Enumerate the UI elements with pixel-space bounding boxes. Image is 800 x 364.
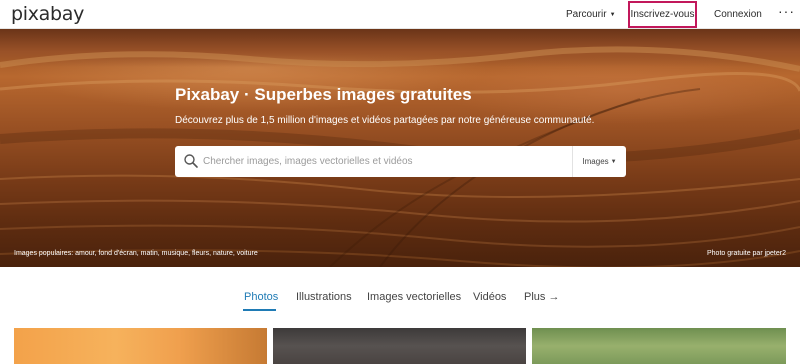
tab-more[interactable]: Plus →	[524, 291, 559, 303]
search-bar: Images▼	[175, 146, 626, 177]
signup-button[interactable]: Inscrivez-vous	[628, 1, 697, 28]
media-type-label: Images	[582, 157, 609, 166]
tab-videos[interactable]: Vidéos	[473, 291, 506, 303]
chevron-down-icon: ▼	[609, 12, 616, 18]
search-input[interactable]	[203, 146, 571, 177]
photo-credit[interactable]: Photo gratuite par jpeter2	[707, 250, 786, 257]
top-navigation-bar: pixabay Parcourir ▼ Inscrivez-vous Connex…	[0, 0, 800, 29]
tab-illustrations[interactable]: Illustrations	[296, 291, 352, 303]
browse-menu[interactable]: Parcourir ▼	[566, 0, 616, 29]
browse-menu-label: Parcourir	[566, 9, 607, 20]
popular-searches[interactable]: Images populaires: amour, fond d'écran, …	[14, 250, 258, 257]
hero-banner: Pixabay · Superbes images gratuites Déco…	[0, 29, 800, 267]
tab-vector-images[interactable]: Images vectorielles	[367, 291, 461, 303]
hero-title: Pixabay · Superbes images gratuites	[175, 85, 472, 104]
thumbnail-flowers[interactable]	[532, 328, 786, 364]
chevron-down-icon: ▼	[610, 159, 617, 165]
active-tab-indicator	[243, 309, 276, 311]
media-type-dropdown[interactable]: Images ▼	[572, 146, 626, 177]
media-tabs: Photos Illustrations Images vectorielles…	[0, 267, 800, 315]
tab-photos[interactable]: Photos	[244, 291, 278, 303]
search-icon[interactable]	[183, 153, 199, 169]
pixabay-logo[interactable]: pixabay	[11, 2, 84, 26]
thumbnail-sunset[interactable]	[14, 328, 267, 364]
more-options-icon[interactable]: ···	[778, 0, 795, 26]
hero-subtitle: Découvrez plus de 1,5 million d'images e…	[175, 115, 595, 126]
login-link[interactable]: Connexion	[714, 0, 762, 29]
thumbnail-cathedral[interactable]	[273, 328, 526, 364]
